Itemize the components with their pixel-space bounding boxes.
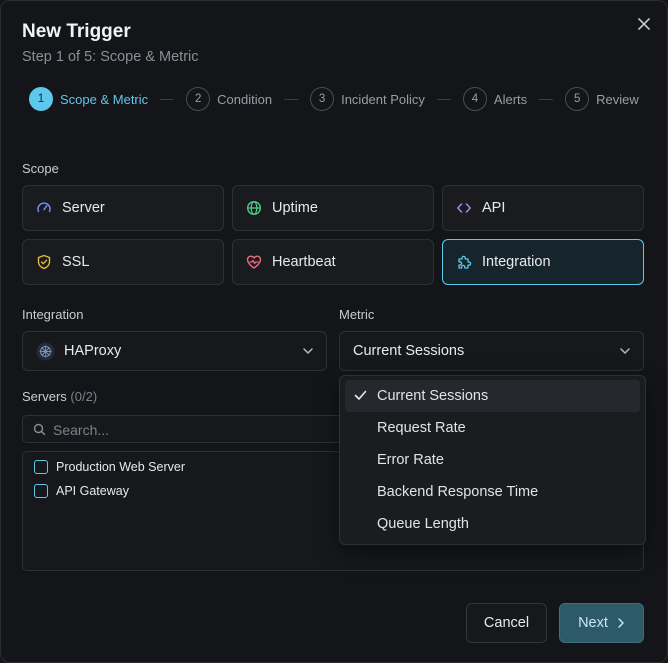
integration-select[interactable]: HAProxy — [22, 331, 327, 371]
server-name: API Gateway — [56, 484, 129, 498]
step-number: 4 — [462, 87, 487, 111]
metric-value: Current Sessions — [353, 343, 465, 359]
next-button[interactable]: Next — [559, 603, 644, 643]
metric-select[interactable]: Current Sessions — [339, 331, 644, 371]
step-label: Scope & Metric — [60, 91, 149, 107]
integration-label: Integration — [22, 307, 84, 322]
metric-option-queue-length[interactable]: Queue Length — [345, 508, 640, 540]
metric-option-label: Backend Response Time — [377, 484, 539, 500]
step-separator — [160, 98, 175, 100]
next-button-label: Next — [578, 615, 608, 631]
integration-value: HAProxy — [64, 343, 122, 359]
metric-option-backend-response-time[interactable]: Backend Response Time — [345, 476, 640, 508]
scope-option-server[interactable]: Server — [22, 185, 224, 231]
chevron-down-icon — [620, 348, 630, 354]
servers-label: Servers (0/2) — [22, 389, 97, 404]
step-label: Review — [596, 91, 639, 107]
check-icon — [354, 390, 367, 400]
metric-option-label: Error Rate — [377, 452, 444, 468]
close-button[interactable] — [633, 13, 655, 35]
search-icon — [33, 423, 46, 436]
scope-label: Scope — [22, 161, 59, 176]
servers-count: (0/2) — [70, 389, 98, 404]
chevron-down-icon — [303, 348, 313, 354]
heart-pulse-icon — [246, 254, 262, 270]
server-item-api-gateway[interactable]: API Gateway — [34, 481, 129, 501]
shield-check-icon — [36, 254, 52, 270]
scope-option-label: Integration — [482, 254, 551, 270]
close-icon — [638, 18, 650, 30]
server-search — [22, 415, 352, 443]
scope-option-heartbeat[interactable]: Heartbeat — [232, 239, 434, 285]
metric-option-error-rate[interactable]: Error Rate — [345, 444, 640, 476]
scope-option-label: Heartbeat — [272, 254, 336, 270]
server-checkbox[interactable] — [34, 460, 48, 474]
step-scope-metric[interactable]: 1 Scope & Metric — [29, 87, 148, 111]
scope-option-integration[interactable]: Integration — [442, 239, 644, 285]
metric-option-label: Request Rate — [377, 420, 466, 436]
dialog-title: New Trigger — [22, 21, 131, 42]
step-alerts[interactable]: 4 Alerts — [462, 87, 528, 111]
server-name: Production Web Server — [56, 460, 185, 474]
globe-icon — [246, 200, 262, 216]
step-incident-policy[interactable]: 3 Incident Policy — [310, 87, 425, 111]
server-checkbox[interactable] — [34, 484, 48, 498]
cancel-button[interactable]: Cancel — [466, 603, 547, 643]
servers-label-text: Servers — [22, 389, 67, 404]
metric-dropdown: Current Sessions Request Rate Error Rate… — [339, 375, 646, 545]
gauge-icon — [36, 200, 52, 216]
scope-option-ssl[interactable]: SSL — [22, 239, 224, 285]
step-number: 2 — [186, 87, 211, 111]
step-number: 3 — [310, 87, 335, 111]
scope-option-label: Server — [62, 200, 105, 216]
step-review[interactable]: 5 Review — [565, 87, 639, 111]
scope-option-label: Uptime — [272, 200, 318, 216]
stepper: 1 Scope & Metric 2 Condition 3 Incident … — [29, 87, 639, 111]
chevron-right-icon — [618, 618, 624, 628]
step-label: Alerts — [493, 91, 528, 107]
metric-option-label: Queue Length — [377, 516, 469, 532]
scope-option-uptime[interactable]: Uptime — [232, 185, 434, 231]
dialog-subtitle: Step 1 of 5: Scope & Metric — [22, 49, 199, 65]
server-search-input[interactable] — [53, 420, 343, 440]
step-condition[interactable]: 2 Condition — [186, 87, 272, 111]
puzzle-icon — [456, 254, 472, 270]
server-item-production-web-server[interactable]: Production Web Server — [34, 457, 185, 477]
step-number: 5 — [565, 87, 590, 111]
scope-option-label: SSL — [62, 254, 90, 270]
step-separator — [539, 98, 554, 100]
metric-label: Metric — [339, 307, 375, 322]
new-trigger-dialog: New Trigger Step 1 of 5: Scope & Metric … — [0, 0, 668, 663]
code-icon — [456, 200, 472, 216]
metric-option-label: Current Sessions — [377, 388, 489, 404]
step-label: Condition — [217, 91, 273, 107]
step-number: 1 — [29, 87, 53, 111]
scope-option-api[interactable]: API — [442, 185, 644, 231]
step-separator — [284, 98, 299, 100]
scope-option-label: API — [482, 200, 506, 216]
metric-option-request-rate[interactable]: Request Rate — [345, 412, 640, 444]
step-label: Incident Policy — [341, 91, 425, 107]
step-separator — [436, 98, 451, 100]
metric-option-current-sessions[interactable]: Current Sessions — [345, 380, 640, 412]
haproxy-logo-icon — [36, 342, 55, 361]
